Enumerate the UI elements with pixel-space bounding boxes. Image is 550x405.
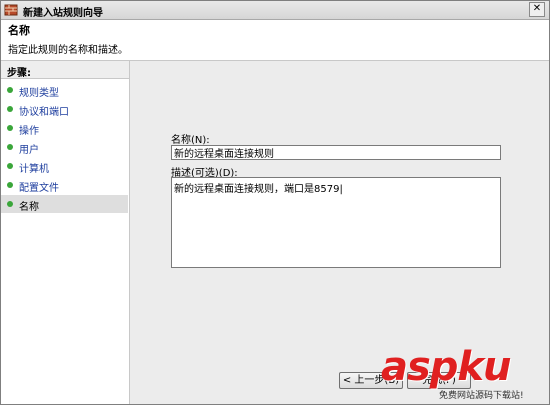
- close-button[interactable]: ✕: [529, 2, 545, 17]
- sidebar-item-label: 操作: [19, 126, 39, 137]
- title-bar: 新建入站规则向导 ✕: [1, 1, 549, 20]
- sidebar-item-label: 用户: [19, 145, 39, 156]
- step-bullet-icon: [7, 163, 13, 169]
- name-label: 名称(N):: [171, 135, 210, 146]
- sidebar-item-rule-type[interactable]: 规则类型: [1, 81, 128, 99]
- watermark-logo: aspku: [381, 344, 512, 390]
- page-description: 指定此规则的名称和描述。: [8, 45, 128, 56]
- sidebar-item-computer[interactable]: 计算机: [1, 157, 128, 175]
- description-input[interactable]: 新的远程桌面连接规则，端口是8579|: [171, 177, 501, 268]
- sidebar-item-label: 名称: [19, 202, 39, 213]
- sidebar-item-protocol-port[interactable]: 协议和端口: [1, 100, 128, 118]
- sidebar-item-action[interactable]: 操作: [1, 119, 128, 137]
- sidebar-item-user[interactable]: 用户: [1, 138, 128, 156]
- step-bullet-icon: [7, 201, 13, 207]
- steps-header: 步骤:: [1, 61, 129, 79]
- watermark-tagline: 免费网站源码下载站!: [439, 391, 524, 401]
- wizard-window: 新建入站规则向导 ✕ 名称 指定此规则的名称和描述。 步骤: 规则类型 协议和端…: [0, 0, 550, 405]
- step-bullet-icon: [7, 106, 13, 112]
- step-bullet-icon: [7, 144, 13, 150]
- step-bullet-icon: [7, 182, 13, 188]
- window-title: 新建入站规则向导: [23, 8, 103, 19]
- firewall-icon: [4, 4, 18, 16]
- steps-sidebar: 步骤: 规则类型 协议和端口 操作 用户 计算机 配置文件 名称: [1, 61, 130, 404]
- step-bullet-icon: [7, 125, 13, 131]
- sidebar-item-label: 配置文件: [19, 183, 59, 194]
- sidebar-item-label: 协议和端口: [19, 107, 69, 118]
- sidebar-item-profile[interactable]: 配置文件: [1, 176, 128, 194]
- name-input[interactable]: [171, 145, 501, 160]
- sidebar-item-name[interactable]: 名称: [1, 195, 128, 213]
- wizard-header: 名称 指定此规则的名称和描述。: [1, 20, 549, 61]
- page-title: 名称: [8, 24, 30, 37]
- sidebar-item-label: 计算机: [19, 164, 49, 175]
- step-bullet-icon: [7, 87, 13, 93]
- steps-title: 步骤:: [7, 68, 31, 79]
- sidebar-item-label: 规则类型: [19, 88, 59, 99]
